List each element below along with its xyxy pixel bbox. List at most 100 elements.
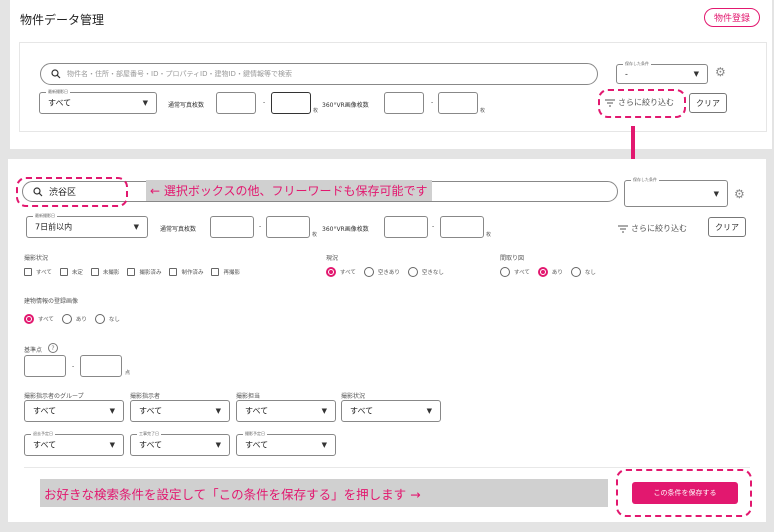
radio-vacancy-no[interactable]: 空きなし <box>407 267 444 277</box>
floorplan-group: すべて あり なし <box>500 267 596 277</box>
radio[interactable] <box>407 267 418 277</box>
saved-condition-select[interactable]: 保存した条件 ▼ <box>624 177 728 207</box>
radio-floorplan-yes[interactable]: あり <box>537 267 563 277</box>
move-out-date-select[interactable]: 退去予定日 すべて ▼ <box>24 431 124 456</box>
dropdown-label: 撮影指示者のグループ <box>24 393 84 400</box>
chevron-down-icon: ▼ <box>215 407 221 415</box>
construction-date-select[interactable]: 工事完了日 すべて ▼ <box>130 431 230 456</box>
radio[interactable] <box>24 314 34 324</box>
checkbox-all[interactable]: すべて <box>24 268 52 276</box>
scheduled-shoot-date-select[interactable]: 撮影予定日 すべて ▼ <box>236 431 336 456</box>
vr-count-min[interactable] <box>384 92 424 114</box>
radio-building-no[interactable]: なし <box>94 314 120 324</box>
gear-icon[interactable]: ⚙ <box>715 65 726 79</box>
filter-icon <box>618 225 628 232</box>
unit-label: 枚 <box>313 108 319 114</box>
radio[interactable] <box>94 314 105 324</box>
shoot-date-label: 最新撮影日 <box>33 213 57 219</box>
checkbox-undecided[interactable]: 未定 <box>59 268 83 276</box>
radio-floorplan-all[interactable]: すべて <box>500 267 530 277</box>
more-filter-link[interactable]: さらに絞り込む <box>605 97 674 108</box>
instructor-group-select[interactable]: すべて ▼ <box>24 400 124 422</box>
clear-button[interactable]: クリア <box>708 217 746 237</box>
photo-count-max[interactable] <box>271 92 311 114</box>
saved-condition-select[interactable]: 保存した条件 - ▼ <box>616 61 708 84</box>
chevron-down-icon: ▼ <box>713 189 719 198</box>
checkbox-not-shot[interactable]: 未撮影 <box>90 268 120 276</box>
radio[interactable] <box>61 314 72 324</box>
radio-building-yes[interactable]: あり <box>61 314 87 324</box>
photo-count-max[interactable] <box>266 216 310 238</box>
chevron-down-icon: ▼ <box>321 441 327 449</box>
shoot-status-select[interactable]: すべて ▼ <box>341 400 441 422</box>
vr-count-label: 360°VR画像枚数 <box>322 226 369 233</box>
building-image-label: 建物情報の登録画像 <box>24 298 79 305</box>
checkbox[interactable] <box>127 268 136 276</box>
radio[interactable] <box>570 267 581 277</box>
gear-icon[interactable]: ⚙ <box>734 187 745 201</box>
vr-count-min[interactable] <box>384 216 428 238</box>
help-icon[interactable]: ? <box>48 343 58 353</box>
select-value: すべて <box>139 406 163 416</box>
shoot-date-select[interactable]: 最新撮影日 7日前以内 ▼ <box>26 213 148 238</box>
radio[interactable] <box>363 267 374 277</box>
photo-count-min[interactable] <box>216 92 256 114</box>
divider <box>24 467 750 468</box>
top-panel: 物件データ管理 物件登録 物件名・住所・部屋番号・ID・プロパティID・建物ID… <box>10 0 772 149</box>
photo-count-min[interactable] <box>210 216 254 238</box>
clear-button[interactable]: クリア <box>689 93 727 113</box>
radio-building-all[interactable]: すべて <box>24 314 54 324</box>
option-label: 空きなし <box>421 270 444 276</box>
radio-vacancy-all[interactable]: すべて <box>326 267 356 277</box>
saved-condition-label: 保存した条件 <box>631 177 659 183</box>
shoot-status-group: すべて 未定 未撮影 撮影済み 制作済み 再撮影 <box>24 268 240 276</box>
checkbox-reshoot[interactable]: 再撮影 <box>211 268 240 276</box>
radio-floorplan-no[interactable]: なし <box>570 267 596 277</box>
checkbox[interactable] <box>169 268 178 276</box>
chevron-down-icon: ▼ <box>133 223 139 231</box>
radio-vacancy-yes[interactable]: 空きあり <box>363 267 400 277</box>
radio[interactable] <box>537 267 548 277</box>
checkbox[interactable] <box>211 268 220 276</box>
checkbox-produced[interactable]: 制作済み <box>169 268 203 276</box>
search-input[interactable]: 物件名・住所・部屋番号・ID・プロパティID・建物ID・鍵情報等で検索 <box>40 63 598 85</box>
instructor-select[interactable]: すべて ▼ <box>130 400 230 422</box>
option-label: すべて <box>38 317 54 323</box>
building-image-group: すべて あり なし <box>24 314 120 324</box>
select-label: 退去予定日 <box>31 431 55 437</box>
base-points-max[interactable] <box>80 355 122 377</box>
checkbox[interactable] <box>59 268 68 276</box>
shoot-date-value: すべて <box>48 98 72 108</box>
base-points-label: 基準点 <box>24 347 43 354</box>
radio[interactable] <box>500 267 510 277</box>
option-label: なし <box>584 270 596 276</box>
chevron-down-icon: ▼ <box>142 99 148 107</box>
range-dash: - <box>72 363 75 370</box>
vr-count-max[interactable] <box>440 216 484 238</box>
photo-count-label: 通常写真枚数 <box>168 102 205 109</box>
vacancy-label: 現況 <box>326 255 339 262</box>
bottom-panel: 渋谷区 ← 選択ボックスの他、フリーワードも保存可能です 保存した条件 ▼ ⚙ … <box>8 159 766 522</box>
vr-count-max[interactable] <box>438 92 478 114</box>
annotation-top: ← 選択ボックスの他、フリーワードも保存可能です <box>146 180 432 201</box>
select-value: すべて <box>350 406 374 416</box>
checkbox[interactable] <box>90 268 99 276</box>
more-filter-link[interactable]: さらに絞り込む <box>618 223 687 234</box>
dropdown-label: 撮影指示者 <box>130 393 161 400</box>
shoot-date-select[interactable]: 最新撮影日 すべて ▼ <box>39 89 157 114</box>
range-dash: - <box>431 99 434 106</box>
register-property-button[interactable]: 物件登録 <box>704 8 760 27</box>
checkbox-shot[interactable]: 撮影済み <box>127 268 161 276</box>
radio[interactable] <box>326 267 336 277</box>
unit-label: 枚 <box>486 232 492 238</box>
save-condition-button[interactable]: この条件を保存する <box>632 482 738 504</box>
option-label: 制作済み <box>181 270 204 276</box>
floorplan-label: 間取り図 <box>500 255 525 262</box>
vacancy-group: すべて 空きあり 空きなし <box>326 267 444 277</box>
option-label: 空きあり <box>377 270 400 276</box>
option-label: 未撮影 <box>102 270 120 276</box>
vr-count-label: 360°VR画像枚数 <box>322 102 369 109</box>
photographer-select[interactable]: すべて ▼ <box>236 400 336 422</box>
base-points-min[interactable] <box>24 355 66 377</box>
checkbox[interactable] <box>24 268 32 276</box>
